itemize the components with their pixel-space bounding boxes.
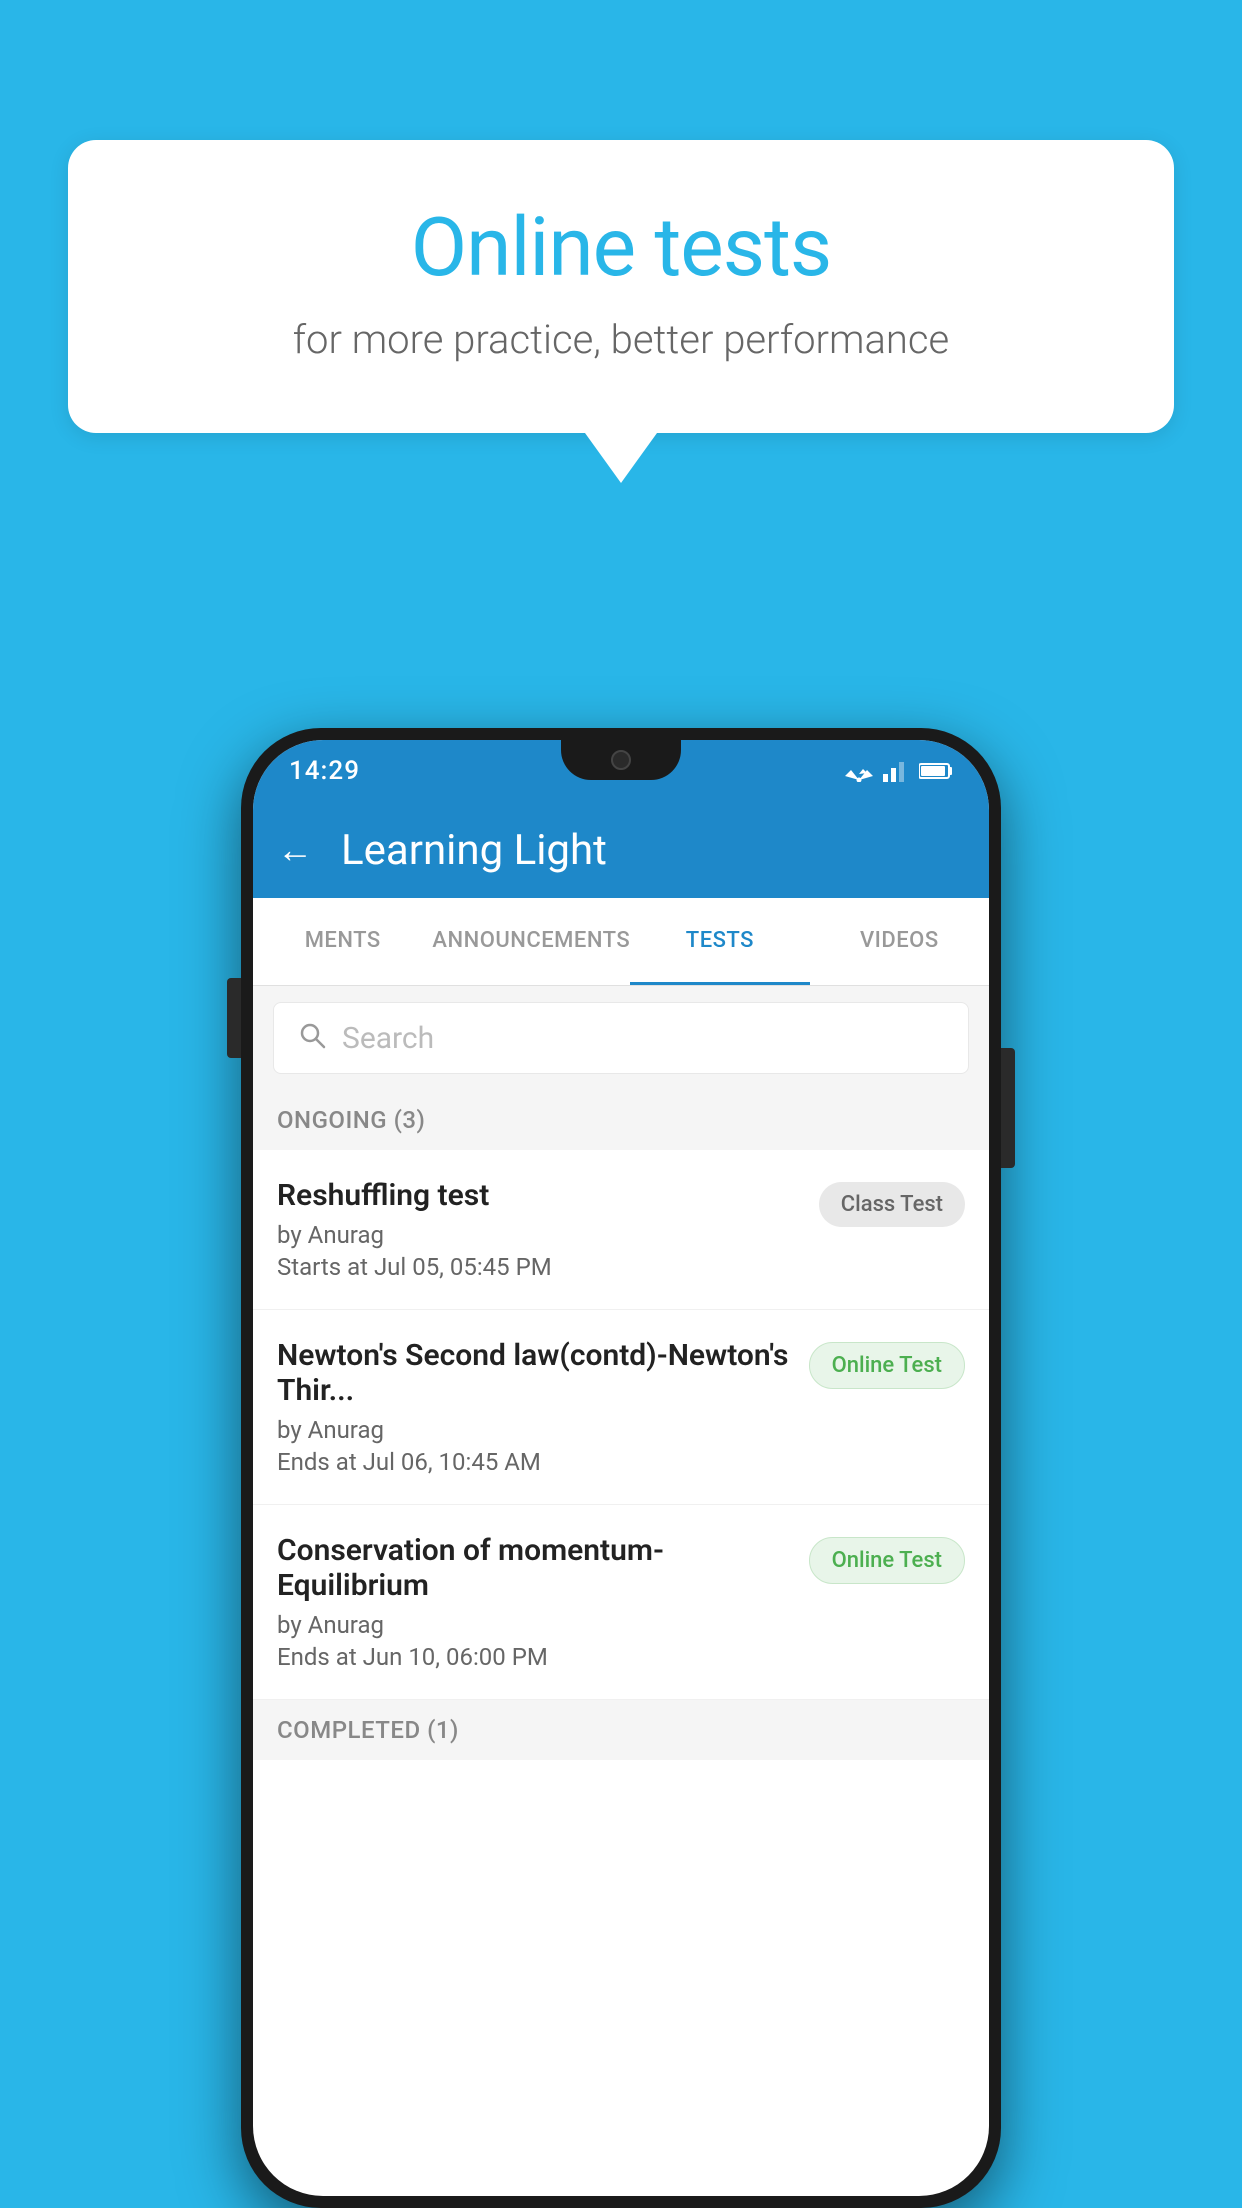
- tab-videos[interactable]: VIDEOS: [810, 898, 989, 985]
- speech-bubble-subtitle: for more practice, better performance: [148, 316, 1094, 363]
- completed-section-title: COMPLETED (1): [277, 1716, 459, 1744]
- speech-bubble-title: Online tests: [148, 200, 1094, 296]
- tab-ments[interactable]: MENTS: [253, 898, 432, 985]
- test-info: Newton's Second law(contd)-Newton's Thir…: [277, 1338, 793, 1476]
- tabs-container: MENTS ANNOUNCEMENTS TESTS VIDEOS: [253, 898, 989, 986]
- test-name: Newton's Second law(contd)-Newton's Thir…: [277, 1338, 793, 1408]
- search-icon: [298, 1021, 326, 1056]
- status-bar: 14:29: [253, 740, 989, 802]
- test-name: Reshuffling test: [277, 1178, 803, 1213]
- test-item[interactable]: Reshuffling test by Anurag Starts at Jul…: [253, 1150, 989, 1310]
- test-badge: Class Test: [819, 1182, 965, 1227]
- test-item[interactable]: Conservation of momentum-Equilibrium by …: [253, 1505, 989, 1700]
- phone-outer-frame: 14:29: [241, 728, 1001, 2208]
- test-badge: Online Test: [809, 1537, 965, 1584]
- notch: [561, 740, 681, 780]
- test-name: Conservation of momentum-Equilibrium: [277, 1533, 793, 1603]
- back-button[interactable]: ←: [277, 829, 313, 871]
- search-container: Search: [253, 986, 989, 1090]
- test-author: by Anurag: [277, 1416, 793, 1444]
- status-time: 14:29: [289, 756, 360, 786]
- test-item[interactable]: Newton's Second law(contd)-Newton's Thir…: [253, 1310, 989, 1505]
- app-bar: ← Learning Light: [253, 802, 989, 898]
- test-time: Ends at Jul 06, 10:45 AM: [277, 1448, 793, 1476]
- ongoing-section-header: ONGOING (3): [253, 1090, 989, 1150]
- search-bar[interactable]: Search: [273, 1002, 969, 1074]
- test-time: Starts at Jul 05, 05:45 PM: [277, 1253, 803, 1281]
- tab-tests[interactable]: TESTS: [630, 898, 809, 985]
- test-list: Reshuffling test by Anurag Starts at Jul…: [253, 1150, 989, 1700]
- battery-icon: [919, 762, 953, 780]
- ongoing-section-title: ONGOING (3): [277, 1106, 425, 1134]
- speech-bubble-arrow: [585, 433, 657, 483]
- signal-icon: [883, 760, 911, 782]
- test-info: Conservation of momentum-Equilibrium by …: [277, 1533, 793, 1671]
- phone-screen: 14:29: [253, 740, 989, 2196]
- speech-bubble-container: Online tests for more practice, better p…: [68, 140, 1174, 483]
- speech-bubble: Online tests for more practice, better p…: [68, 140, 1174, 433]
- test-time: Ends at Jun 10, 06:00 PM: [277, 1643, 793, 1671]
- camera-icon: [611, 750, 631, 770]
- status-icons: [843, 760, 953, 782]
- tab-announcements[interactable]: ANNOUNCEMENTS: [432, 898, 630, 985]
- test-info: Reshuffling test by Anurag Starts at Jul…: [277, 1178, 803, 1281]
- test-badge: Online Test: [809, 1342, 965, 1389]
- search-placeholder: Search: [342, 1021, 434, 1056]
- test-author: by Anurag: [277, 1221, 803, 1249]
- completed-section-header: COMPLETED (1): [253, 1700, 989, 1760]
- test-author: by Anurag: [277, 1611, 793, 1639]
- app-title: Learning Light: [341, 826, 607, 875]
- phone-device: 14:29: [241, 728, 1001, 2208]
- wifi-icon: [843, 760, 875, 782]
